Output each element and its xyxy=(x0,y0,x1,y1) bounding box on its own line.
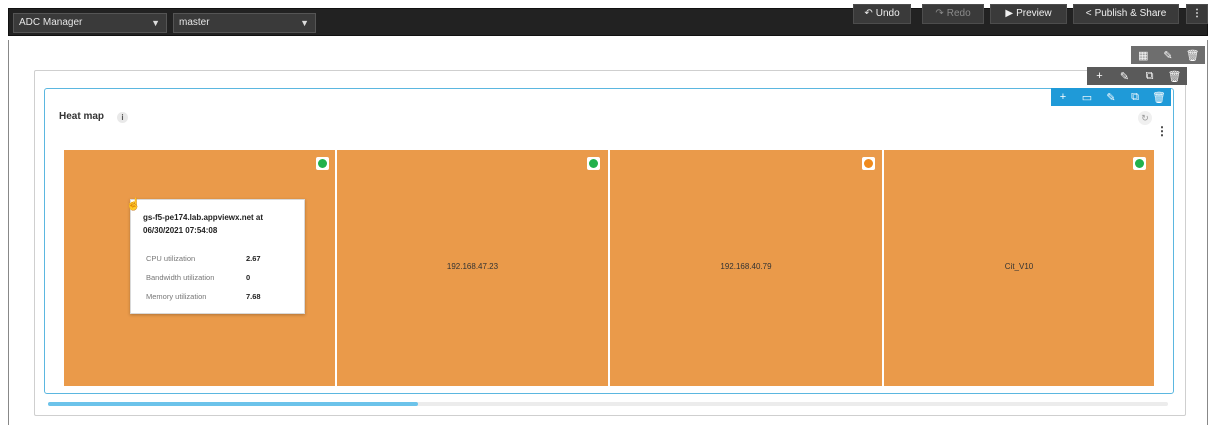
heatmap-tile[interactable]: 192.168.47.23 xyxy=(337,150,608,386)
scrollbar-thumb[interactable] xyxy=(48,402,418,406)
tile-tooltip: gs-f5-pe174.lab.appviewx.net at 06/30/20… xyxy=(130,199,305,314)
redo-icon: ↷ xyxy=(935,8,944,19)
heatmap-tile[interactable]: 192.168.40.79 xyxy=(610,150,882,386)
hand-cursor-icon: ☝ xyxy=(126,197,141,211)
status-dot xyxy=(318,159,327,168)
folder-icon[interactable]: ▭ xyxy=(1079,91,1095,104)
tooltip-key: Memory utilization xyxy=(146,292,207,301)
delete-icon[interactable]: 🗑 xyxy=(1185,49,1201,62)
redo-label: Redo xyxy=(946,8,971,19)
chevron-down-icon: ▼ xyxy=(300,18,309,28)
tooltip-key: Bandwidth utilization xyxy=(146,273,215,282)
app-select[interactable]: ADC Manager ▼ xyxy=(13,13,167,33)
heatmap-tile[interactable]: Cit_V10 xyxy=(884,150,1154,386)
section-actions: ▦ ✎ 🗑 xyxy=(1131,46,1205,64)
tile-label: Cit_V10 xyxy=(1004,262,1034,271)
status-dot xyxy=(1135,159,1144,168)
edit-icon[interactable]: ✎ xyxy=(1160,49,1176,62)
tile-label: 192.168.40.79 xyxy=(720,262,772,271)
edit-icon[interactable]: ✎ xyxy=(1117,70,1133,83)
row-actions: + ✎ ⧉ 🗑 xyxy=(1087,67,1187,85)
status-indicator xyxy=(587,157,600,170)
redo-button[interactable]: ↷ Redo xyxy=(922,4,984,24)
tooltip-value: 0 xyxy=(246,273,251,282)
share-icon: < xyxy=(1085,8,1092,19)
status-dot xyxy=(864,159,873,168)
copy-icon[interactable]: ⧉ xyxy=(1142,70,1158,83)
status-dot xyxy=(589,159,598,168)
tooltip-key: CPU utilization xyxy=(146,254,196,263)
undo-icon: ↶ xyxy=(864,8,873,19)
undo-button[interactable]: ↶ Undo xyxy=(853,4,911,24)
tooltip-title: gs-f5-pe174.lab.appviewx.net at 06/30/20… xyxy=(143,213,264,235)
publish-share-button[interactable]: < Publish & Share xyxy=(1073,4,1179,24)
tile-label: 192.168.47.23 xyxy=(446,262,499,271)
more-menu-button[interactable]: ⋮ xyxy=(1186,4,1208,24)
play-icon: ▶ xyxy=(1005,8,1014,19)
kebab-menu-icon[interactable]: ⋮ xyxy=(1156,124,1168,138)
tooltip-value: 2.67 xyxy=(246,254,261,263)
refresh-icon[interactable]: ↻ xyxy=(1138,111,1152,125)
layout-icon[interactable]: ▦ xyxy=(1135,49,1151,62)
more-icon: ⋮ xyxy=(1192,8,1202,19)
tooltip-row: Bandwidth utilization 0 xyxy=(146,273,296,282)
preview-label: Preview xyxy=(1016,8,1052,19)
status-indicator xyxy=(862,157,875,170)
copy-icon[interactable]: ⧉ xyxy=(1127,91,1143,104)
branch-select[interactable]: master ▼ xyxy=(173,13,316,33)
delete-icon[interactable]: 🗑 xyxy=(1151,91,1167,104)
chevron-down-icon: ▼ xyxy=(151,18,160,28)
status-indicator xyxy=(316,157,329,170)
tooltip-row: CPU utilization 2.67 xyxy=(146,254,296,263)
publish-label: Publish & Share xyxy=(1094,8,1167,19)
delete-icon[interactable]: 🗑 xyxy=(1167,70,1183,83)
undo-label: Undo xyxy=(875,8,900,19)
add-icon[interactable]: + xyxy=(1055,91,1071,103)
preview-button[interactable]: ▶ Preview xyxy=(990,4,1067,24)
info-icon[interactable]: i xyxy=(117,112,128,123)
widget-title: Heat map xyxy=(59,111,105,122)
app-select-value: ADC Manager xyxy=(19,17,83,28)
tooltip-row: Memory utilization 7.68 xyxy=(146,292,296,301)
status-indicator xyxy=(1133,157,1146,170)
branch-select-value: master xyxy=(179,17,210,28)
tooltip-value: 7.68 xyxy=(246,292,261,301)
edit-icon[interactable]: ✎ xyxy=(1103,91,1119,104)
add-icon[interactable]: + xyxy=(1092,70,1108,82)
widget-actions: + ▭ ✎ ⧉ 🗑 xyxy=(1051,88,1171,106)
